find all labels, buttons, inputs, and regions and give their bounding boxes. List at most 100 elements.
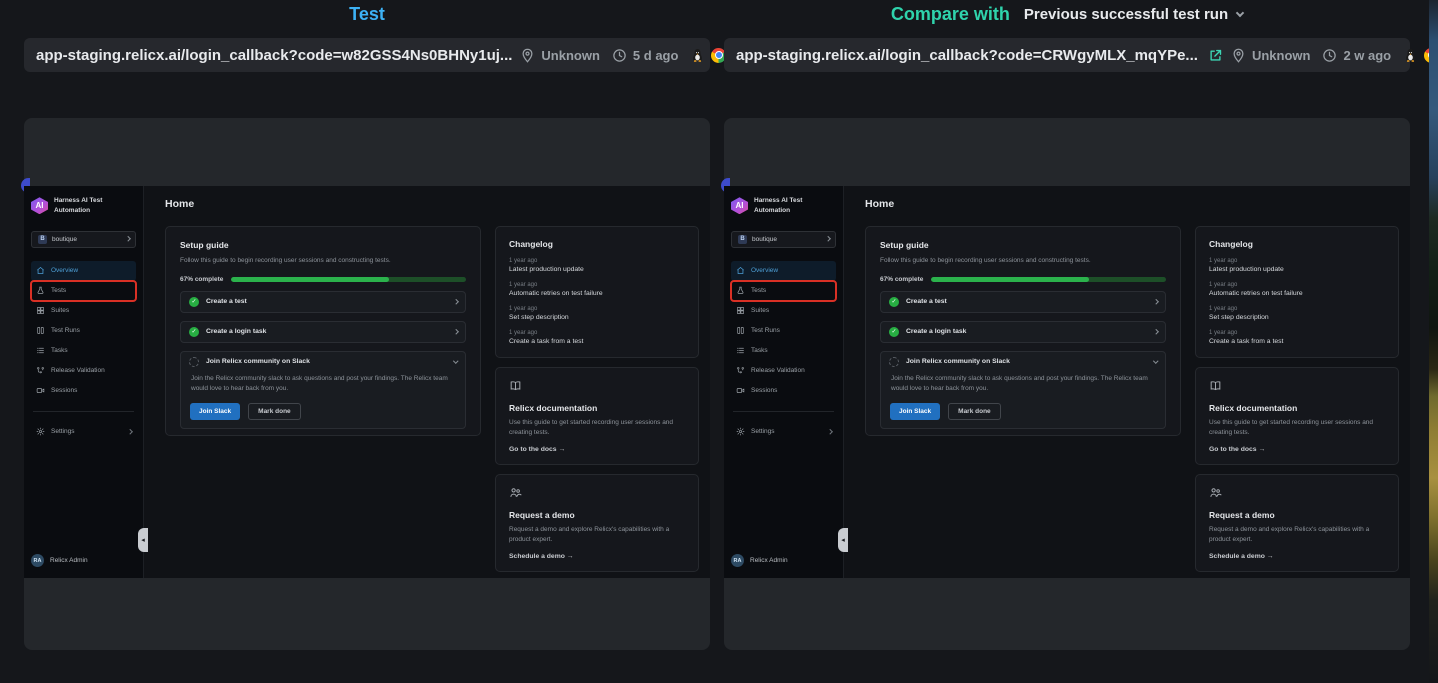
sidebar-item-label: Suites <box>751 307 769 314</box>
setup-item-create-login-task[interactable]: ✓ Create a login task <box>880 321 1166 343</box>
compare-run-selector[interactable]: Previous successful test run <box>1024 6 1243 23</box>
progress-fill <box>231 277 388 282</box>
go-to-docs-link[interactable]: Go to the docs → <box>1209 446 1385 453</box>
sidebar-item-label: Overview <box>751 267 778 274</box>
progress-fill <box>931 277 1088 282</box>
changelog-card: Changelog 1 year ago Latest production u… <box>1195 226 1399 358</box>
project-name: boutique <box>52 236 77 243</box>
sidebar-item-release-validation[interactable]: Release Validation <box>31 361 136 381</box>
progress-row: 67% complete <box>180 276 466 283</box>
sidebar-divider <box>733 411 834 412</box>
setup-item-create-test[interactable]: ✓ Create a test <box>180 291 466 313</box>
sidebar-item-sessions[interactable]: Sessions <box>731 381 836 401</box>
next-item-peek-strip <box>1429 0 1438 683</box>
changelog-entry: 1 year ago Automatic retries on test fai… <box>1209 282 1385 297</box>
sidebar-item-label: Tasks <box>51 347 68 354</box>
card-title: Setup guide <box>880 240 1166 250</box>
card-description: Use this guide to get started recording … <box>1209 418 1385 438</box>
progress-row: 67% complete <box>880 276 1166 283</box>
flow-icon <box>36 366 45 375</box>
setup-guide-card: Setup guide Follow this guide to begin r… <box>165 226 481 436</box>
left-run-header: Test <box>24 0 710 28</box>
collapse-sidebar-handle[interactable]: ◂ <box>138 528 148 552</box>
setup-item-join-slack[interactable]: Join Relicx community on Slack Join the … <box>880 351 1166 429</box>
setup-guide-card: Setup guide Follow this guide to begin r… <box>865 226 1181 436</box>
sidebar-item-sessions[interactable]: Sessions <box>31 381 136 401</box>
clock-icon <box>612 48 627 63</box>
card-title: Changelog <box>1209 239 1385 249</box>
sidebar-item-settings[interactable]: Settings <box>31 422 136 442</box>
project-selector[interactable]: B boutique <box>31 231 136 248</box>
user-account[interactable]: RA Relicx Admin <box>731 554 788 567</box>
schedule-demo-link[interactable]: Schedule a demo → <box>509 553 685 560</box>
right-column: Changelog 1 year ago Latest production u… <box>1195 226 1399 572</box>
brand: AI Harness AI Test Automation <box>731 196 836 216</box>
screenshot-panel-left: AI Harness AI Test Automation B boutique… <box>24 118 710 650</box>
setup-item-create-test[interactable]: ✓ Create a test <box>880 291 1166 313</box>
brand: AI Harness AI Test Automation <box>31 196 136 216</box>
sidebar-item-tasks[interactable]: Tasks <box>731 341 836 361</box>
linux-os-icon <box>1403 48 1418 63</box>
brand-name: Harness AI Test Automation <box>754 196 820 216</box>
check-circle-icon: ✓ <box>189 327 199 337</box>
sidebar-item-label: Settings <box>751 428 775 435</box>
sidebar-item-tasks[interactable]: Tasks <box>31 341 136 361</box>
harness-logo: AI <box>731 197 748 214</box>
sidebar-item-tests[interactable]: Tests <box>31 281 136 301</box>
list-icon <box>736 346 745 355</box>
age-label: 5 d ago <box>633 48 679 63</box>
compare-with-label: Compare with <box>891 4 1010 25</box>
sidebar-item-release-validation[interactable]: Release Validation <box>731 361 836 381</box>
url-text: app-staging.relicx.ai/login_callback?cod… <box>736 47 1198 64</box>
sidebar-item-settings[interactable]: Settings <box>731 422 836 442</box>
project-initial-badge: B <box>38 235 47 244</box>
chevron-right-icon <box>127 429 132 434</box>
sidebar-item-test-runs[interactable]: Test Runs <box>31 321 136 341</box>
people-icon <box>509 486 522 499</box>
sidebar-item-label: Sessions <box>51 387 77 394</box>
user-name: Relicx Admin <box>50 557 88 564</box>
changelog-entry: 1 year ago Set step description <box>509 306 685 321</box>
progress-label: 67% complete <box>180 276 223 283</box>
flask-icon <box>736 286 745 295</box>
columns-icon <box>36 326 45 335</box>
progress-bar <box>231 277 466 282</box>
external-link-icon[interactable] <box>1208 48 1223 63</box>
join-slack-button[interactable]: Join Slack <box>190 403 240 420</box>
schedule-demo-link[interactable]: Schedule a demo → <box>1209 553 1385 560</box>
slack-description: Join the Relicx community slack to ask q… <box>891 374 1155 394</box>
app-screenshot: AI Harness AI Test Automation B boutique… <box>24 186 710 578</box>
sidebar-item-overview[interactable]: Overview <box>31 261 136 281</box>
documentation-card: Relicx documentation Use this guide to g… <box>1195 367 1399 465</box>
sidebar-item-tests[interactable]: Tests <box>731 281 836 301</box>
chevron-right-icon <box>1153 329 1158 334</box>
chevron-down-icon <box>1236 8 1244 16</box>
harness-logo: AI <box>31 197 48 214</box>
age-label: 2 w ago <box>1343 48 1391 63</box>
sidebar-item-test-runs[interactable]: Test Runs <box>731 321 836 341</box>
sidebar-item-label: Release Validation <box>51 367 105 374</box>
brand-name: Harness AI Test Automation <box>54 196 120 216</box>
go-to-docs-link[interactable]: Go to the docs → <box>509 446 685 453</box>
collapse-sidebar-handle[interactable]: ◂ <box>838 528 848 552</box>
project-selector[interactable]: B boutique <box>731 231 836 248</box>
changelog-entry: 1 year ago Automatic retries on test fai… <box>509 282 685 297</box>
sidebar-item-suites[interactable]: Suites <box>31 301 136 321</box>
setup-item-create-login-task[interactable]: ✓ Create a login task <box>180 321 466 343</box>
join-slack-button[interactable]: Join Slack <box>890 403 940 420</box>
card-title: Relicx documentation <box>509 403 685 413</box>
app-sidebar: AI Harness AI Test Automation B boutique… <box>24 186 144 578</box>
mark-done-button[interactable]: Mark done <box>248 403 301 420</box>
avatar: RA <box>731 554 744 567</box>
sidebar-item-overview[interactable]: Overview <box>731 261 836 281</box>
app-main: Home Setup guide Follow this guide to be… <box>845 186 1410 578</box>
sidebar-item-suites[interactable]: Suites <box>731 301 836 321</box>
setup-item-join-slack[interactable]: Join Relicx community on Slack Join the … <box>180 351 466 429</box>
url-bar-right[interactable]: app-staging.relicx.ai/login_callback?cod… <box>724 38 1410 72</box>
mark-done-button[interactable]: Mark done <box>948 403 1001 420</box>
chevron-right-icon <box>453 299 458 304</box>
documentation-card: Relicx documentation Use this guide to g… <box>495 367 699 465</box>
url-bar-left[interactable]: app-staging.relicx.ai/login_callback?cod… <box>24 38 710 72</box>
user-account[interactable]: RA Relicx Admin <box>31 554 88 567</box>
app-main: Home Setup guide Follow this guide to be… <box>145 186 710 578</box>
